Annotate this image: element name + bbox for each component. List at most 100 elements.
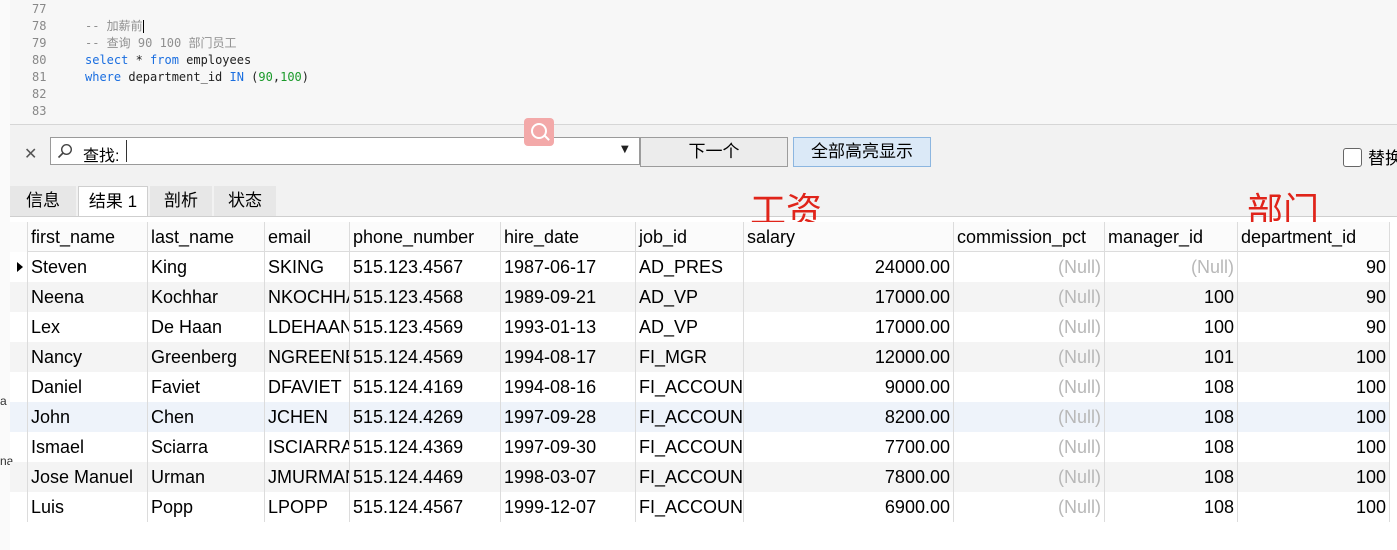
cell-salary[interactable]: 7700.00 [744,432,954,462]
cell-first-name[interactable]: Neena [28,282,148,312]
table-row[interactable]: NancyGreenbergNGREENBE515.124.45691994-0… [10,342,1390,372]
cell-manager-id[interactable]: 108 [1105,462,1238,492]
row-indicator[interactable] [10,312,28,342]
row-indicator[interactable] [10,462,28,492]
cell-first-name[interactable]: Jose Manuel [28,462,148,492]
cell-last-name[interactable]: Faviet [148,372,265,402]
cell-phone-number[interactable]: 515.123.4567 [350,252,501,282]
column-header-manager-id[interactable]: manager_id [1105,222,1238,252]
table-row[interactable]: Daniel Faviet DFAVIET 515.124.4169 1994-08-1… [10,372,1390,402]
cell-department-id[interactable]: 90 [1238,252,1390,282]
cell-hire-date[interactable]: 1994-08-16 [501,372,636,402]
cell-commission-pct[interactable]: (Null) [954,282,1105,312]
close-icon[interactable]: ✕ [24,144,37,163]
highlight-all-button[interactable]: 全部高亮显示 [793,137,931,167]
cell-manager-id[interactable]: (Null) [1105,252,1238,282]
cell-phone-number[interactable]: 515.124.4169 [350,372,501,402]
cell-manager-id[interactable]: 101 [1105,342,1238,372]
cell-commission-pct[interactable]: (Null) [954,372,1105,402]
cell-department-id[interactable]: 100 [1238,372,1390,402]
cell-first-name[interactable]: John [28,402,148,432]
tab-status[interactable]: 状态 [214,186,276,216]
cell-salary[interactable]: 8200.00 [744,402,954,432]
cell-last-name[interactable]: Sciarra [148,432,265,462]
cell-email[interactable]: JMURMAN [265,462,350,492]
cell-commission-pct[interactable]: (Null) [954,462,1105,492]
cell-email[interactable]: LDEHAAN [265,312,350,342]
column-header-department-id[interactable]: department_id [1238,222,1390,252]
cell-hire-date[interactable]: 1994-08-17 [501,342,636,372]
cell-commission-pct[interactable]: (Null) [954,312,1105,342]
cell-email[interactable]: LPOPP [265,492,350,522]
cell-email[interactable]: SKING [265,252,350,282]
cell-hire-date[interactable]: 1987-06-17 [501,252,636,282]
row-indicator[interactable] [10,432,28,462]
cell-phone-number[interactable]: 515.124.4567 [350,492,501,522]
cell-manager-id[interactable]: 100 [1105,312,1238,342]
column-header-hire-date[interactable]: hire_date [501,222,636,252]
tab-result-1[interactable]: 结果 1 [78,186,148,216]
cell-last-name[interactable]: Greenberg [148,342,265,372]
cell-salary[interactable]: 24000.00 [744,252,954,282]
cell-first-name[interactable]: Daniel [28,372,148,402]
cell-job-id[interactable]: AD_VP [636,282,744,312]
cell-manager-id[interactable]: 108 [1105,432,1238,462]
cell-department-id[interactable]: 100 [1238,342,1390,372]
cell-manager-id[interactable]: 108 [1105,402,1238,432]
cell-first-name[interactable]: Ismael [28,432,148,462]
cell-phone-number[interactable]: 515.124.4269 [350,402,501,432]
cell-job-id[interactable]: AD_PRES [636,252,744,282]
cell-email[interactable]: NGREENBE [265,342,350,372]
cell-hire-date[interactable]: 1993-01-13 [501,312,636,342]
table-row[interactable]: NeenaKochharNKOCHHAR515.123.45681989-09-… [10,282,1390,312]
table-row[interactable]: John Chen JCHEN 515.124.4269 1997-09-28 FI_AC… [10,402,1390,432]
cell-job-id[interactable]: FI_ACCOUNT [636,402,744,432]
cell-department-id[interactable]: 90 [1238,282,1390,312]
cell-commission-pct[interactable]: (Null) [954,342,1105,372]
cell-phone-number[interactable]: 515.123.4568 [350,282,501,312]
cell-last-name[interactable]: Kochhar [148,282,265,312]
row-indicator[interactable] [10,342,28,372]
column-header-first-name[interactable]: first_name [28,222,148,252]
cell-phone-number[interactable]: 515.124.4569 [350,342,501,372]
cell-commission-pct[interactable]: (Null) [954,402,1105,432]
cell-phone-number[interactable]: 515.123.4569 [350,312,501,342]
cell-job-id[interactable]: FI_ACCOUNT [636,372,744,402]
cell-last-name[interactable]: Chen [148,402,265,432]
cell-salary[interactable]: 17000.00 [744,312,954,342]
cell-email[interactable]: JCHEN [265,402,350,432]
cell-last-name[interactable]: De Haan [148,312,265,342]
table-row[interactable]: Steven King SKING 515.123.4567 1987-06-17 AD_… [10,252,1390,282]
cell-last-name[interactable]: King [148,252,265,282]
cell-commission-pct[interactable]: (Null) [954,432,1105,462]
cell-commission-pct[interactable]: (Null) [954,252,1105,282]
cell-hire-date[interactable]: 1997-09-28 [501,402,636,432]
cell-email[interactable]: ISCIARRA [265,432,350,462]
cell-salary[interactable]: 17000.00 [744,282,954,312]
cell-job-id[interactable]: FI_ACCOUNT [636,462,744,492]
cell-hire-date[interactable]: 1997-09-30 [501,432,636,462]
cell-last-name[interactable]: Urman [148,462,265,492]
column-header-last-name[interactable]: last_name [148,222,265,252]
cell-last-name[interactable]: Popp [148,492,265,522]
cell-manager-id[interactable]: 108 [1105,492,1238,522]
table-row[interactable]: Luis Popp LPOPP 515.124.4567 1999-12-07 FI_AC… [10,492,1390,522]
column-header-email[interactable]: email [265,222,350,252]
table-row[interactable]: Ismael Sciarra ISCIARRA 515.124.4369 1997-09… [10,432,1390,462]
row-indicator[interactable] [10,372,28,402]
cell-department-id[interactable]: 90 [1238,312,1390,342]
row-indicator[interactable] [10,282,28,312]
table-row[interactable]: Lex De Haan LDEHAAN 515.123.4569 1993-01-13 A… [10,312,1390,342]
cell-hire-date[interactable]: 1999-12-07 [501,492,636,522]
cell-phone-number[interactable]: 515.124.4369 [350,432,501,462]
cell-department-id[interactable]: 100 [1238,402,1390,432]
cell-email[interactable]: NKOCHHAR [265,282,350,312]
tab-profile[interactable]: 剖析 [150,186,212,216]
column-header-commission-pct[interactable]: commission_pct [954,222,1105,252]
cell-job-id[interactable]: AD_VP [636,312,744,342]
cell-commission-pct[interactable]: (Null) [954,492,1105,522]
cell-job-id[interactable]: FI_ACCOUNT [636,432,744,462]
replace-checkbox[interactable] [1343,148,1362,167]
column-header-phone-number[interactable]: phone_number [350,222,501,252]
column-header-job-id[interactable]: job_id [636,222,744,252]
